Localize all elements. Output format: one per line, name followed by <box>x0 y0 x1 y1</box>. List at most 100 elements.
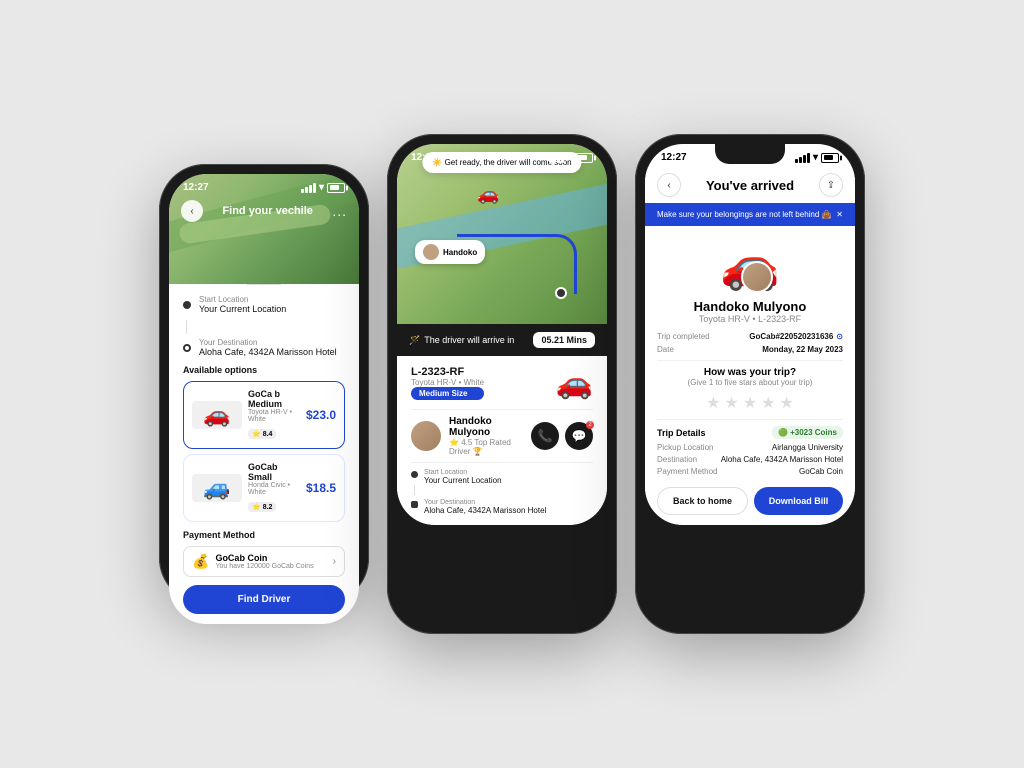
divider2-p2 <box>411 462 593 463</box>
handoko-avatar <box>423 244 439 260</box>
dest-value-p2: Aloha Cafe, 4342A Marisson Hotel <box>424 506 546 515</box>
trip-details-header: Trip Details 🟢 +3023 Coins <box>657 426 843 439</box>
driver-info-row: Handoko Mulyono ⭐ 4.5 Top Rated Driver 🏆… <box>411 416 593 456</box>
copy-icon[interactable]: ⊙ <box>836 332 843 341</box>
back-home-button[interactable]: Back to home <box>657 487 748 515</box>
phone-1: 12:27 ▾ ‹ Find your ve <box>159 164 369 604</box>
dest-dot-p2 <box>411 501 418 508</box>
close-alert-icon[interactable]: ✕ <box>836 210 843 219</box>
status-bar-phone1: 12:27 ▾ <box>169 174 359 197</box>
trip-completed-value: GoCab#220520231636 ⊙ <box>749 332 843 341</box>
time-phone3: 12:27 <box>661 152 687 163</box>
coins-icon: 🟢 <box>778 428 788 437</box>
message-button[interactable]: 💬 2 <box>565 422 593 450</box>
phone3-screen: 12:27 ▾ ‹ You've arrived ⇪ <box>645 144 855 525</box>
car-marker: 🚗 <box>477 184 499 205</box>
action-buttons: 📞 💬 2 <box>531 422 593 450</box>
option-info-small: GoCab Small Honda Civic • White ⭐ 8.2 <box>248 462 300 514</box>
payment-name: GoCab Coin <box>215 553 313 563</box>
battery-icon-p2 <box>575 153 593 163</box>
back-button[interactable]: ‹ <box>181 200 203 222</box>
arrived-body: 🚗 Handoko Mulyono Toyota HR-V • L-2323-R… <box>645 226 855 487</box>
option-sub-small: Honda Civic • White <box>248 482 300 496</box>
payment-section: Payment Method 💰 GoCab Coin You have 120… <box>183 530 345 577</box>
divider2-p3 <box>657 419 843 420</box>
car-plate: L-2323-RF <box>411 366 484 378</box>
star-1[interactable]: ★ <box>706 393 720 413</box>
payment-coin-icon: 💰 <box>192 553 209 570</box>
star-4[interactable]: ★ <box>761 393 775 413</box>
dest-value-p3: Aloha Cafe, 4342A Marisson Hotel <box>721 455 843 464</box>
car-img-phone2: 🚗 <box>556 366 593 401</box>
call-button[interactable]: 📞 <box>531 422 559 450</box>
trip-completed-row: Trip completed GoCab#220520231636 ⊙ <box>657 332 843 341</box>
rating-badge-small: ⭐ 8.2 <box>248 502 276 512</box>
back-nav-button[interactable]: ‹ <box>657 173 681 197</box>
option-card-small[interactable]: 🚙 GoCab Small Honda Civic • White ⭐ 8.2 … <box>183 454 345 522</box>
car-info-row: L-2323-RF Toyota HR-V • White Medium Siz… <box>411 366 593 401</box>
trip-date-row: Date Monday, 22 May 2023 <box>657 345 843 354</box>
download-bill-button[interactable]: Download Bill <box>754 487 843 515</box>
star-5[interactable]: ★ <box>780 393 794 413</box>
start-value-p2: Your Current Location <box>424 476 502 485</box>
option-name-small: GoCab Small <box>248 462 300 482</box>
map-header: ‹ Find your vechile ... <box>169 194 359 228</box>
arrived-car-model: Toyota HR-V • L-2323-RF <box>657 314 843 324</box>
option-name-medium: GoCa b Medium <box>248 389 300 409</box>
menu-icon[interactable]: ... <box>332 203 347 219</box>
star-2[interactable]: ★ <box>724 393 738 413</box>
wifi-icon: ▾ <box>319 182 324 193</box>
payment-title: Payment Method <box>183 530 345 540</box>
time-phone1: 12:27 <box>183 182 209 193</box>
trip-date-label: Date <box>657 345 674 354</box>
find-driver-button[interactable]: Find Driver <box>183 585 345 614</box>
option-price-medium: $23.0 <box>306 408 336 422</box>
star-rating[interactable]: ★ ★ ★ ★ ★ <box>657 393 843 413</box>
wifi-icon-p3: ▾ <box>813 152 818 163</box>
payment-row[interactable]: 💰 GoCab Coin You have 120000 GoCab Coins… <box>183 546 345 577</box>
car-info: L-2323-RF Toyota HR-V • White Medium Siz… <box>411 366 484 400</box>
coins-value: +3023 Coins <box>790 428 837 437</box>
driver-avatar-p2 <box>411 421 441 451</box>
alert-text: Make sure your belongings are not left b… <box>657 210 832 219</box>
arrived-header: ‹ You've arrived ⇪ <box>645 167 855 203</box>
ride-options-sheet: Start Location Your Current Location You… <box>169 272 359 624</box>
status-bar-phone3: 12:27 ▾ <box>645 144 855 167</box>
handoko-label: Handoko <box>415 240 485 264</box>
map2-background: 12:27 ▾ ☀️ Get ready, the driver will co… <box>397 144 607 324</box>
option-card-medium[interactable]: 🚗 GoCa b Medium Toyota HR-V • White ⭐ 8.… <box>183 381 345 449</box>
rating-section: How was your trip? (Give 1 to five stars… <box>657 367 843 413</box>
driver-title-p2: ⭐ 4.5 Top Rated Driver 🏆 <box>449 438 523 456</box>
star-3[interactable]: ★ <box>743 393 757 413</box>
pickup-label: Pickup Location <box>657 443 713 452</box>
start-value: Your Current Location <box>199 304 286 314</box>
start-dot-icon <box>183 301 191 309</box>
pickup-value: Airlangga University <box>772 443 843 452</box>
destination-row-p3: Destination Aloha Cafe, 4342A Marisson H… <box>657 455 843 464</box>
arrived-driver-avatar <box>741 261 773 293</box>
phone-3: 12:27 ▾ ‹ You've arrived ⇪ <box>635 134 865 634</box>
phone-2: 12:27 ▾ ☀️ Get ready, the driver will co… <box>387 134 617 634</box>
chevron-icon: › <box>333 556 336 567</box>
share-button[interactable]: ⇪ <box>819 173 843 197</box>
dest-label-p2: Your Destination <box>424 499 546 506</box>
payment-label-p3: Payment Method <box>657 467 717 476</box>
back-icon: ‹ <box>190 206 193 217</box>
phone1-screen: 12:27 ▾ ‹ Find your ve <box>169 174 359 624</box>
footer-buttons: Back to home Download Bill <box>645 487 855 525</box>
trip-date-value: Monday, 22 May 2023 <box>762 345 843 354</box>
size-badge: Medium Size <box>411 387 484 400</box>
arrive-label: The driver will arrive in <box>424 335 514 345</box>
dest-label-p3: Destination <box>657 455 697 464</box>
handoko-name: Handoko <box>443 248 477 257</box>
notification-dot: 2 <box>586 421 594 429</box>
option-info-medium: GoCa b Medium Toyota HR-V • White ⭐ 8.4 <box>248 389 300 441</box>
start-loc-row2: Start Location Your Current Location <box>411 469 593 485</box>
driver-name-p2: Handoko Mulyono <box>449 416 523 438</box>
car-driver-visual: 🚗 <box>657 226 843 299</box>
start-label-p2: Start Location <box>424 469 502 476</box>
coins-badge: 🟢 +3023 Coins <box>772 426 843 439</box>
option-sub-medium: Toyota HR-V • White <box>248 409 300 423</box>
destination-row: Your Destination Aloha Cafe, 4342A Maris… <box>183 338 345 357</box>
pickup-row: Pickup Location Airlangga University <box>657 443 843 452</box>
